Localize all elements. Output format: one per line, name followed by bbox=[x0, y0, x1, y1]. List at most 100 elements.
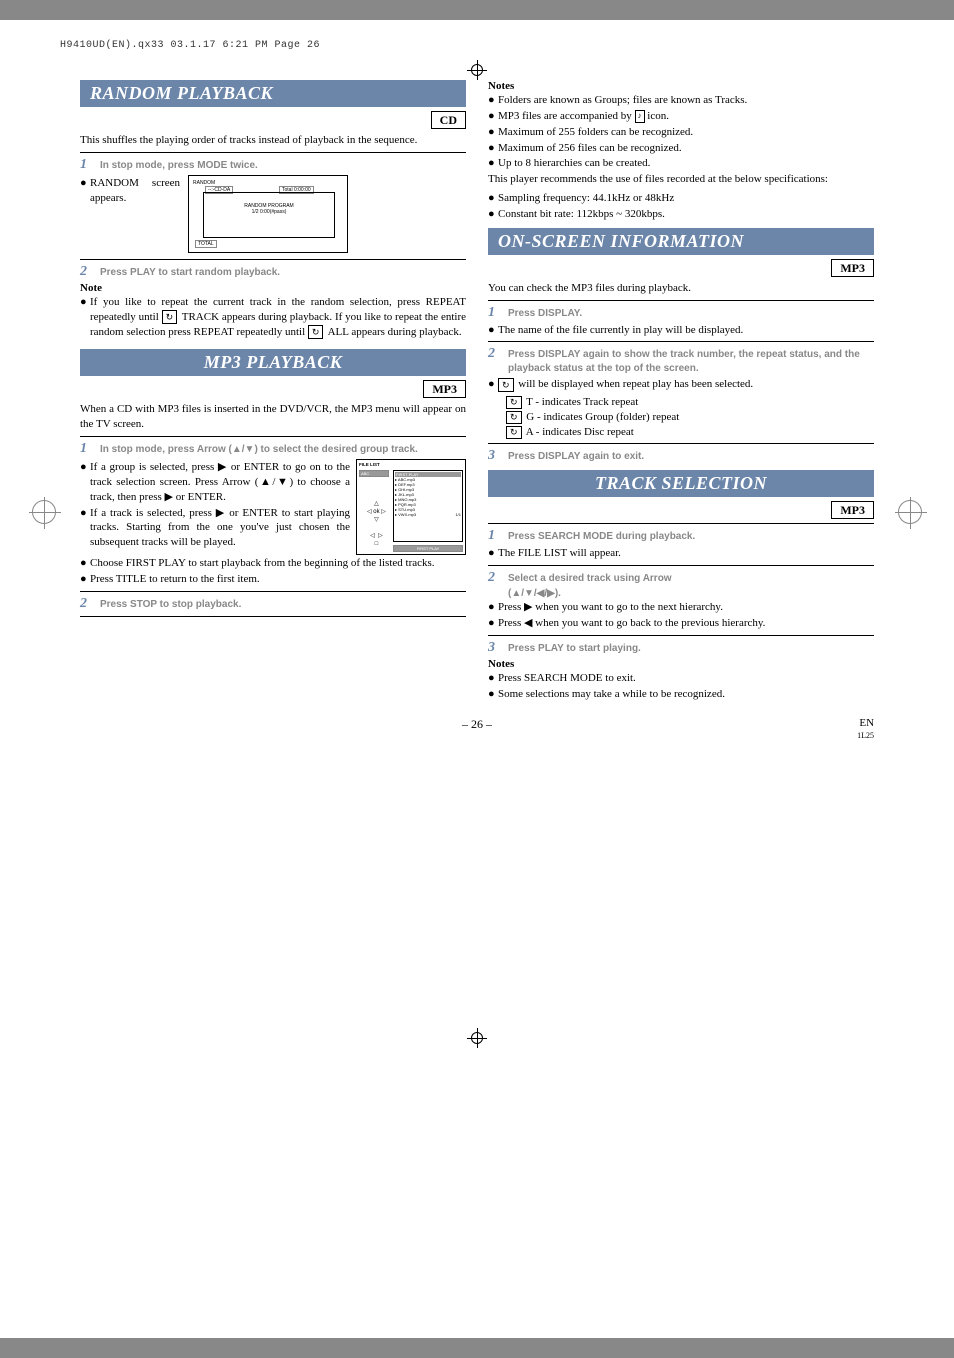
repeat-icon: ↻ bbox=[498, 378, 514, 392]
badge-mp3: MP3 bbox=[423, 380, 466, 398]
fig-title: FILE LIST bbox=[359, 462, 380, 467]
bullet-text: If a track is selected, press ▶ or ENTER… bbox=[90, 506, 350, 551]
first-play-button: FIRST PLAY bbox=[393, 545, 463, 552]
fig-selection: ABC bbox=[359, 470, 389, 477]
step-text: In stop mode, press MODE twice. bbox=[100, 159, 466, 173]
page-indicator: 1/1 bbox=[455, 512, 461, 517]
mp3-figure-block: ●If a group is selected, press ▶ or ENTE… bbox=[80, 459, 466, 555]
note-label: Note bbox=[80, 282, 466, 294]
mp3-intro: When a CD with MP3 files is inserted in … bbox=[80, 402, 466, 432]
print-header: H9410UD(EN).qx33 03.1.17 6:21 PM Page 26 bbox=[60, 40, 320, 51]
bullet-text: will be displayed when repeat play has b… bbox=[516, 378, 754, 390]
section-mp3-title: MP3 PLAYBACK bbox=[80, 349, 466, 376]
random-figure-block: ●RANDOM screen appears. RANDOM --:-CD-DA… bbox=[80, 175, 466, 253]
step-text: Press PLAY to start playing. bbox=[508, 642, 874, 656]
note-icon: ♪ bbox=[635, 110, 645, 123]
repeat-desc: G - indicates Group (folder) repeat bbox=[524, 411, 680, 423]
step-text: Press DISPLAY again to exit. bbox=[508, 450, 874, 464]
right-column: Notes ●Folders are known as Groups; file… bbox=[488, 80, 874, 703]
step-1: 1 Press DISPLAY. bbox=[488, 305, 874, 321]
note-item: Maximum of 256 files can be recognized. bbox=[498, 141, 874, 156]
badge-cd: CD bbox=[431, 111, 466, 129]
page: H9410UD(EN).qx33 03.1.17 6:21 PM Page 26… bbox=[0, 20, 954, 1338]
fig-total: TOTAL bbox=[195, 240, 217, 248]
step-number: 1 bbox=[488, 528, 508, 544]
bullet-text: The FILE LIST will appear. bbox=[498, 546, 874, 561]
step-number: 2 bbox=[80, 596, 100, 612]
bullet-text: Press ▶ when you want to go to the next … bbox=[498, 600, 874, 615]
bullet-text: Choose FIRST PLAY to start playback from… bbox=[90, 556, 466, 571]
left-column: RANDOM PLAYBACK CD This shuffles the pla… bbox=[80, 80, 466, 703]
step-number: 1 bbox=[488, 305, 508, 321]
badge-mp3: MP3 bbox=[831, 501, 874, 519]
spec-item: Constant bit rate: 112kbps ~ 320kbps. bbox=[498, 207, 874, 222]
step-number: 2 bbox=[488, 570, 508, 586]
section-onscreen-title: ON-SCREEN INFORMATION bbox=[488, 228, 874, 255]
repeat-icon: ↻ bbox=[308, 325, 324, 339]
step-1: 1 In stop mode, press Arrow (▲/▼) to sel… bbox=[80, 441, 466, 457]
repeat-group-icon: ↻ bbox=[506, 411, 522, 424]
step-2: 2 Press DISPLAY again to show the track … bbox=[488, 346, 874, 375]
step-text: In stop mode, press Arrow (▲/▼) to selec… bbox=[100, 443, 466, 457]
register-circle-icon bbox=[471, 64, 483, 76]
section-random-title: RANDOM PLAYBACK bbox=[80, 80, 466, 107]
step-number: 1 bbox=[80, 441, 100, 457]
note-item: MP3 files are accompanied by bbox=[498, 110, 635, 122]
bullet-text: The name of the file currently in play w… bbox=[498, 323, 874, 338]
step-2: 2 Press PLAY to start random playback. bbox=[80, 264, 466, 280]
step-text: Select a desired track using Arrow bbox=[508, 572, 874, 586]
fig-msg: 1/2 0:00(#pass) bbox=[204, 209, 334, 215]
note-item: Up to 8 hierarchies can be created. bbox=[498, 156, 874, 171]
step-3: 3 Press PLAY to start playing. bbox=[488, 640, 874, 656]
bullet-text: Press TITLE to return to the first item. bbox=[90, 572, 466, 587]
step-text: Press SEARCH MODE during playback. bbox=[508, 530, 874, 544]
bullet-text: Press ◀ when you want to go back to the … bbox=[498, 616, 874, 631]
repeat-icon: ↻ bbox=[162, 310, 178, 324]
step-number: 3 bbox=[488, 448, 508, 464]
repeat-all-icon: ↻ bbox=[506, 426, 522, 439]
note-item: Folders are known as Groups; files are k… bbox=[498, 93, 874, 108]
notes-label: Notes bbox=[488, 658, 874, 670]
footer: – 26 – EN 1L25 bbox=[80, 717, 874, 741]
file-list-figure: FILE LIST ABC △◁ ok ▷▽◁ ▷□ FIRST PLAY ▸ … bbox=[356, 459, 466, 555]
step-text: Press STOP to stop playback. bbox=[100, 598, 466, 612]
step-text: Press DISPLAY. bbox=[508, 307, 874, 321]
note-item: icon. bbox=[645, 110, 669, 122]
section-track-title: TRACK SELECTION bbox=[488, 470, 874, 497]
onscreen-intro: You can check the MP3 files during playb… bbox=[488, 281, 874, 296]
step-number: 1 bbox=[80, 157, 100, 173]
doc-code: 1L25 bbox=[857, 731, 874, 740]
register-mark-icon bbox=[32, 500, 56, 524]
notes-label: Notes bbox=[488, 80, 874, 92]
bullet-text: If a group is selected, press ▶ or ENTER… bbox=[90, 460, 350, 505]
step-number: 3 bbox=[488, 640, 508, 656]
step-1: 1 In stop mode, press MODE twice. bbox=[80, 157, 466, 173]
rec-text: This player recommends the use of files … bbox=[488, 172, 874, 187]
note-item: Press SEARCH MODE to exit. bbox=[498, 671, 874, 686]
note-text: ALL appears during playback. bbox=[325, 326, 461, 338]
step-text: Press PLAY to start random playback. bbox=[100, 266, 466, 280]
random-intro: This shuffles the playing order of track… bbox=[80, 133, 466, 148]
repeat-track-icon: ↻ bbox=[506, 396, 522, 409]
repeat-desc: A - indicates Disc repeat bbox=[524, 426, 634, 438]
step-number: 2 bbox=[488, 346, 508, 362]
spec-item: Sampling frequency: 44.1kHz or 48kHz bbox=[498, 191, 874, 206]
step-number: 2 bbox=[80, 264, 100, 280]
list-item: ▸ VWX.mp3 bbox=[395, 512, 416, 517]
step-text: Press DISPLAY again to show the track nu… bbox=[508, 348, 874, 375]
note-item: Some selections may take a while to be r… bbox=[498, 687, 874, 702]
dpad-icon: △◁ ok ▷▽◁ ▷□ bbox=[367, 500, 386, 548]
step-2: 2 Press STOP to stop playback. bbox=[80, 596, 466, 612]
badge-mp3: MP3 bbox=[831, 259, 874, 277]
page-number: – 26 – bbox=[345, 717, 610, 732]
note-item: Maximum of 255 folders can be recognized… bbox=[498, 125, 874, 140]
step-2: 2 Select a desired track using Arrow bbox=[488, 570, 874, 586]
register-mark-icon bbox=[898, 500, 922, 524]
note-bullet: ● If you like to repeat the current trac… bbox=[80, 295, 466, 340]
random-screen-figure: RANDOM --:-CD-DA Total 0:00:00 RANDOM PR… bbox=[188, 175, 348, 253]
step-1: 1 Press SEARCH MODE during playback. bbox=[488, 528, 874, 544]
bullet-text: RANDOM screen appears. bbox=[90, 176, 180, 206]
repeat-desc: T - indicates Track repeat bbox=[524, 396, 639, 408]
step-sub: (▲/▼/◀/▶). bbox=[508, 588, 874, 599]
lang-label: EN bbox=[859, 717, 874, 729]
